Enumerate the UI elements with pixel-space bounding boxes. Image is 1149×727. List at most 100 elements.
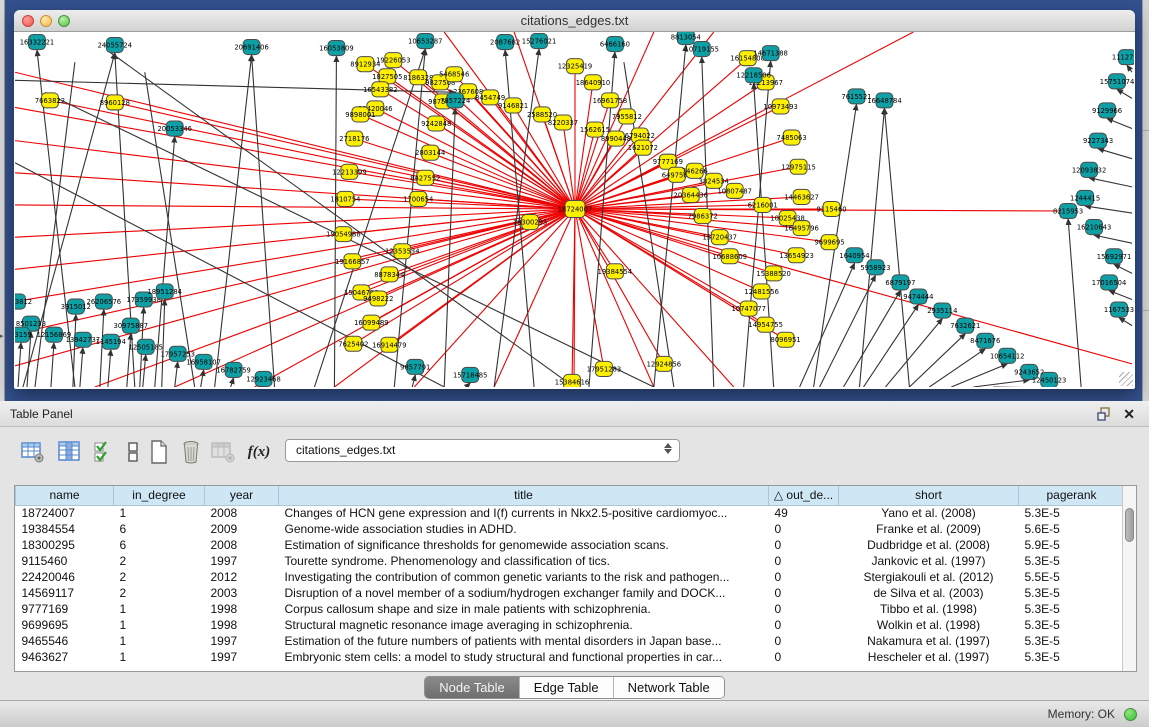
- table-cell[interactable]: 0: [769, 521, 839, 537]
- delete-table-button[interactable]: [178, 439, 204, 465]
- table-cell[interactable]: 5.9E-5: [1019, 537, 1125, 553]
- table-row[interactable]: 1872400712008Changes of HCN gene express…: [16, 505, 1125, 521]
- table-row[interactable]: 911546021997Tourette syndrome. Phenomeno…: [16, 553, 1125, 569]
- table-cell[interactable]: 14569117: [16, 585, 114, 601]
- table-cell[interactable]: 5.3E-5: [1019, 505, 1125, 521]
- tab-network-table[interactable]: Network Table: [614, 677, 724, 698]
- table-cell[interactable]: 1998: [205, 617, 279, 633]
- column-settings-button[interactable]: [20, 439, 46, 465]
- table-cell[interactable]: 2012: [205, 569, 279, 585]
- table-row[interactable]: 2242004622012Investigating the contribut…: [16, 569, 1125, 585]
- table-cell[interactable]: Tibbo et al. (1998): [839, 601, 1019, 617]
- table-cell[interactable]: 2009: [205, 521, 279, 537]
- column-header-pagerank[interactable]: pagerank: [1019, 486, 1125, 505]
- select-columns-button[interactable]: [56, 439, 82, 465]
- table-cell[interactable]: Structural magnetic resonance image aver…: [279, 617, 769, 633]
- row-height-button[interactable]: [120, 439, 146, 465]
- table-cell[interactable]: Wolkin et al. (1998): [839, 617, 1019, 633]
- select-rows-button[interactable]: [90, 439, 116, 465]
- right-panel-edge[interactable]: [1142, 0, 1149, 401]
- table-row[interactable]: 946554611997Estimation of the future num…: [16, 633, 1125, 649]
- table-cell[interactable]: Hescheler et al. (1997): [839, 649, 1019, 665]
- table-cell[interactable]: 5.3E-5: [1019, 649, 1125, 665]
- table-cell[interactable]: 2008: [205, 505, 279, 521]
- table-cell[interactable]: 5.3E-5: [1019, 633, 1125, 649]
- table-cell[interactable]: 0: [769, 569, 839, 585]
- table-cell[interactable]: Tourette syndrome. Phenomenology and cla…: [279, 553, 769, 569]
- table-cell[interactable]: 9699695: [16, 617, 114, 633]
- table-row[interactable]: 1938455462009Genome-wide association stu…: [16, 521, 1125, 537]
- table-cell[interactable]: 1997: [205, 553, 279, 569]
- table-cell[interactable]: de Silva et al. (2003): [839, 585, 1019, 601]
- close-panel-icon[interactable]: ✕: [1123, 405, 1135, 423]
- table-cell[interactable]: 2: [114, 585, 205, 601]
- table-row[interactable]: 969969511998Structural magnetic resonanc…: [16, 617, 1125, 633]
- table-cell[interactable]: Yano et al. (2008): [839, 505, 1019, 521]
- table-cell[interactable]: 0: [769, 617, 839, 633]
- table-row[interactable]: 977716911998Corpus callosum shape and si…: [16, 601, 1125, 617]
- table-cell[interactable]: 6: [114, 521, 205, 537]
- table-row[interactable]: 1830029562008Estimation of significance …: [16, 537, 1125, 553]
- table-cell[interactable]: 9777169: [16, 601, 114, 617]
- table-cell[interactable]: 49: [769, 505, 839, 521]
- left-panel-edge[interactable]: ▸: [0, 0, 5, 401]
- table-cell[interactable]: 2: [114, 569, 205, 585]
- table-row[interactable]: 1456911722003Disruption of a novel membe…: [16, 585, 1125, 601]
- table-cell[interactable]: Embryonic stem cells: a model to study s…: [279, 649, 769, 665]
- function-builder-button[interactable]: f(x): [246, 439, 272, 465]
- window-resize-grip[interactable]: [1119, 372, 1133, 386]
- table-cell[interactable]: Disruption of a novel member of a sodium…: [279, 585, 769, 601]
- table-cell[interactable]: Investigating the contribution of common…: [279, 569, 769, 585]
- table-cell[interactable]: 2003: [205, 585, 279, 601]
- new-table-button[interactable]: [146, 439, 172, 465]
- table-cell[interactable]: 5.3E-5: [1019, 601, 1125, 617]
- float-panel-icon[interactable]: [1097, 407, 1111, 421]
- table-cell[interactable]: 5.3E-5: [1019, 617, 1125, 633]
- table-cell[interactable]: Corpus callosum shape and size in male p…: [279, 601, 769, 617]
- table-cell[interactable]: 1: [114, 617, 205, 633]
- table-cell[interactable]: Nakamura et al. (1997): [839, 633, 1019, 649]
- table-cell[interactable]: 5.6E-5: [1019, 521, 1125, 537]
- tab-node-table[interactable]: Node Table: [425, 677, 520, 698]
- table-cell[interactable]: Franke et al. (2009): [839, 521, 1019, 537]
- table-cell[interactable]: Estimation of significance thresholds fo…: [279, 537, 769, 553]
- table-cell[interactable]: Stergiakouli et al. (2012): [839, 569, 1019, 585]
- table-cell[interactable]: 0: [769, 553, 839, 569]
- column-header-in_degree[interactable]: in_degree: [114, 486, 205, 505]
- memory-ok-indicator[interactable]: [1124, 708, 1137, 721]
- table-cell[interactable]: 9463627: [16, 649, 114, 665]
- table-cell[interactable]: 2: [114, 553, 205, 569]
- table-cell[interactable]: 5.3E-5: [1019, 585, 1125, 601]
- table-cell[interactable]: 0: [769, 537, 839, 553]
- table-cell[interactable]: 9115460: [16, 553, 114, 569]
- table-cell[interactable]: 0: [769, 585, 839, 601]
- tab-edge-table[interactable]: Edge Table: [520, 677, 614, 698]
- table-cell[interactable]: 22420046: [16, 569, 114, 585]
- table-cell[interactable]: 1: [114, 601, 205, 617]
- table-cell[interactable]: Estimation of the future numbers of pati…: [279, 633, 769, 649]
- table-cell[interactable]: Jankovic et al. (1997): [839, 553, 1019, 569]
- column-header-short[interactable]: short: [839, 486, 1019, 505]
- table-cell[interactable]: 18300295: [16, 537, 114, 553]
- table-cell[interactable]: 0: [769, 601, 839, 617]
- table-cell[interactable]: 1997: [205, 633, 279, 649]
- scrollbar-thumb[interactable]: [1125, 508, 1134, 542]
- table-cell[interactable]: 19384554: [16, 521, 114, 537]
- window-titlebar[interactable]: citations_edges.txt: [14, 10, 1135, 32]
- table-cell[interactable]: 1998: [205, 601, 279, 617]
- table-scrollbar[interactable]: [1122, 486, 1136, 671]
- table-cell[interactable]: Genome-wide association studies in ADHD.: [279, 521, 769, 537]
- table-cell[interactable]: 18724007: [16, 505, 114, 521]
- column-header-name[interactable]: name: [16, 486, 114, 505]
- table-cell[interactable]: 1: [114, 633, 205, 649]
- column-header-out_de[interactable]: △ out_de...: [769, 486, 839, 505]
- table-cell[interactable]: 0: [769, 649, 839, 665]
- table-row[interactable]: 946362711997Embryonic stem cells: a mode…: [16, 649, 1125, 665]
- table-cell[interactable]: Changes of HCN gene expression and I(f) …: [279, 505, 769, 521]
- column-header-title[interactable]: title: [279, 486, 769, 505]
- panel-expand-arrow-icon[interactable]: ▸: [0, 333, 4, 340]
- table-select-dropdown[interactable]: citations_edges.txt: [285, 439, 680, 462]
- network-canvas[interactable]: 1872400718300295193845548912934192260531…: [15, 32, 1134, 387]
- table-cell[interactable]: Dudbridge et al. (2008): [839, 537, 1019, 553]
- column-header-year[interactable]: year: [205, 486, 279, 505]
